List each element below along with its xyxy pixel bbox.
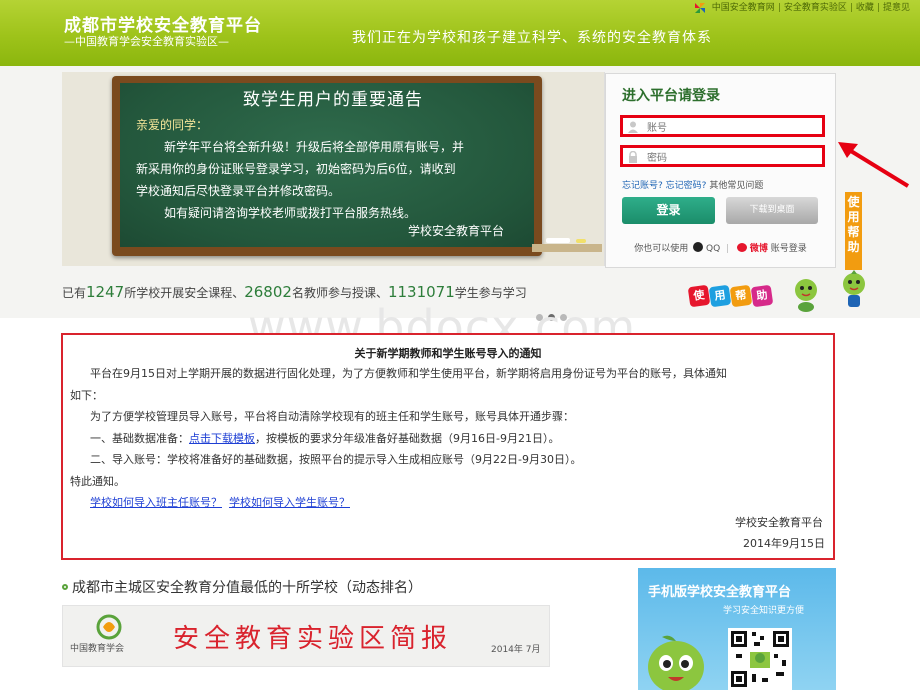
alt-login-suffix: 账号登录 bbox=[770, 244, 807, 254]
bulletin-title: 安全教育实验区简报 bbox=[173, 624, 453, 654]
notice-signature: 学校安全教育平台 bbox=[735, 516, 823, 529]
mascot-icon bbox=[648, 635, 704, 690]
import-student-accounts-link[interactable]: 学校如何导入学生账号？ bbox=[229, 496, 350, 509]
download-to-desktop-button[interactable]: 下载到桌面 bbox=[726, 197, 818, 224]
mobile-promo-subtitle: 学习安全知识更方便 bbox=[723, 606, 805, 616]
alt-login-prefix: 你也可以使用 bbox=[634, 244, 689, 254]
password-input[interactable] bbox=[645, 149, 819, 167]
help-side-tab[interactable]: 使用帮助 bbox=[845, 192, 862, 270]
help-badge-char: 使 bbox=[687, 284, 711, 308]
import-teacher-accounts-link[interactable]: 学校如何导入班主任账号？ bbox=[90, 496, 222, 509]
announcement-greeting: 亲爱的同学： bbox=[136, 118, 209, 132]
other-issues-link[interactable]: 其他常见问题 bbox=[709, 181, 763, 191]
user-icon bbox=[628, 121, 638, 133]
announcement-line: 学校通知后尽快登录平台并修改密码。 bbox=[136, 184, 341, 198]
stats-prefix: 已有 bbox=[62, 286, 87, 300]
notice-box: 关于新学期教师和学生账号导入的通知 平台在9月15日对上学期开展的数据进行固化处… bbox=[61, 333, 835, 560]
stats-students: 1131071 bbox=[387, 283, 455, 301]
notice-paragraph: 如下： bbox=[70, 388, 103, 402]
notice-body: 平台在9月15日对上学期开展的数据进行固化处理，为了方便教师和学生使用平台，新学… bbox=[70, 363, 826, 514]
chalk-tray-icon bbox=[532, 238, 602, 252]
notice-paragraph: 为了方便学校管理员导入账号，平台将自动清除学校现有的班主任和学生账号，账号具体开… bbox=[90, 410, 574, 423]
notice-closing: 特此通知。 bbox=[70, 474, 125, 488]
link-feedback[interactable]: 提意见 bbox=[883, 3, 910, 13]
qq-icon[interactable] bbox=[693, 242, 704, 252]
bullet-icon bbox=[62, 584, 68, 590]
lock-icon bbox=[629, 151, 637, 163]
notice-step-1-label: 一、基础数据准备： bbox=[90, 431, 189, 445]
qq-login-link[interactable]: QQ bbox=[706, 244, 720, 254]
red-arrow-annotation bbox=[838, 142, 910, 188]
mobile-app-promo[interactable]: 手机版学校安全教育平台 学习安全知识更方便 bbox=[638, 568, 836, 690]
stats-students-text: 学生参与学习 bbox=[454, 286, 527, 300]
link-separator: | bbox=[876, 3, 880, 13]
link-experiment-zone[interactable]: 安全教育实验区 bbox=[784, 3, 847, 13]
bulletin-logo-text: 中国教育学会 bbox=[70, 644, 125, 654]
announcement-signature: 学校安全教育平台 bbox=[408, 224, 505, 238]
top-links: 中国安全教育网 | 安全教育实验区 | 收藏 | 提意见 bbox=[693, 0, 910, 13]
ranking-title: 成都市主城区安全教育分值最低的十所学校（动态排名） bbox=[62, 577, 422, 597]
announcement-line: 如有疑问请咨询学校老师或拨打平台服务热线。 bbox=[164, 206, 417, 220]
weibo-icon[interactable] bbox=[736, 243, 747, 252]
help-badge-char: 助 bbox=[750, 284, 774, 308]
qr-code-icon bbox=[728, 628, 792, 690]
mascot-icon bbox=[795, 279, 817, 312]
announcement-board: 致学生用户的重要通告 亲爱的同学： 新学年平台将全新升级！升级后将全部停用原有账… bbox=[62, 72, 605, 321]
alt-login-separator: | bbox=[726, 244, 730, 254]
username-field[interactable] bbox=[620, 115, 825, 137]
link-bookmark[interactable]: 收藏 bbox=[856, 3, 874, 13]
link-separator: | bbox=[849, 3, 853, 13]
login-panel: 进入平台请登录 忘记账号? 忘记密码? 其他常见问题 登录 下载到桌面 你也可以… bbox=[605, 73, 836, 268]
login-title: 进入平台请登录 bbox=[622, 88, 720, 104]
notice-date: 2014年9月15日 bbox=[743, 537, 825, 550]
download-template-link[interactable]: 点击下载模板 bbox=[189, 432, 255, 445]
announcement-text: 亲爱的同学： 新学年平台将全新升级！升级后将全部停用原有账号，并 新采用你的身份… bbox=[136, 114, 532, 224]
stats-teachers-text: 名教师参与授课、 bbox=[291, 286, 388, 300]
login-help-links: 忘记账号? 忘记密码? 其他常见问题 bbox=[622, 178, 763, 191]
notice-paragraph: 平台在9月15日对上学期开展的数据进行固化处理，为了方便教师和学生使用平台，新学… bbox=[90, 367, 727, 380]
stats-line: 已有1247所学校开展安全课程、26802名教师参与授课、1131071学生参与… bbox=[62, 283, 527, 301]
forgot-account-link[interactable]: 忘记账号? bbox=[622, 181, 663, 191]
link-separator: | bbox=[777, 3, 781, 13]
mascot-icon[interactable] bbox=[838, 268, 870, 312]
header-slogan: 我们正在为学校和孩子建立科学、系统的安全教育体系 bbox=[352, 30, 712, 46]
header-bar: 成都市学校安全教育平台 —中国教育学会安全教育实验区— 中国安全教育网 | 安全教育… bbox=[0, 0, 920, 66]
notice-step-2: 二、导入账号：学校将准备好的基础数据，按照平台的提示导入生成相应账号（9月22日… bbox=[90, 453, 582, 466]
help-badge[interactable]: 使用帮助 bbox=[687, 284, 774, 308]
password-field[interactable] bbox=[620, 145, 825, 167]
site-subtitle: —中国教育学会安全教育实验区— bbox=[64, 35, 229, 48]
bulletin-date: 2014年 7月 bbox=[491, 645, 541, 655]
alternate-login: 你也可以使用 QQ | 微博 账号登录 bbox=[606, 241, 835, 254]
pinwheel-icon bbox=[693, 2, 707, 13]
bulletin-banner[interactable]: 中国教育学会 安全教育实验区简报 2014年 7月 bbox=[62, 605, 550, 667]
notice-step-1-text: ，按模板的要求分年级准备好基础数据（9月16日-9月21日）。 bbox=[255, 431, 560, 445]
announcement-line: 新学年平台将全新升级！升级后将全部停用原有账号，并 bbox=[164, 140, 465, 154]
stats-schools: 1247 bbox=[86, 283, 125, 301]
notice-title: 关于新学期教师和学生账号导入的通知 bbox=[354, 347, 542, 360]
notice-step-1: 一、基础数据准备：点击下载模板，按模板的要求分年级准备好基础数据（9月16日-9… bbox=[70, 428, 826, 450]
stats-teachers: 26802 bbox=[244, 283, 292, 301]
ranking-title-text: 成都市主城区安全教育分值最低的十所学校（动态排名） bbox=[72, 580, 422, 596]
help-badge-char: 帮 bbox=[729, 284, 753, 308]
notice-help-links: 学校如何导入班主任账号？ 学校如何导入学生账号？ bbox=[70, 492, 826, 514]
announcement-title: 致学生用户的重要通告 bbox=[243, 90, 423, 110]
login-button[interactable]: 登录 bbox=[622, 197, 715, 224]
link-safety-edu-net[interactable]: 中国安全教育网 bbox=[712, 3, 775, 13]
stats-schools-text: 所学校开展安全课程、 bbox=[124, 286, 245, 300]
forgot-password-link[interactable]: 忘记密码? bbox=[666, 181, 707, 191]
weibo-login-link[interactable]: 微博 bbox=[750, 244, 768, 254]
mobile-promo-title: 手机版学校安全教育平台 bbox=[648, 585, 792, 600]
username-input[interactable] bbox=[645, 119, 819, 137]
announcement-line: 新采用你的身份证账号登录学习，初始密码为后6位，请收到 bbox=[136, 162, 456, 176]
help-badge-char: 用 bbox=[708, 284, 732, 308]
